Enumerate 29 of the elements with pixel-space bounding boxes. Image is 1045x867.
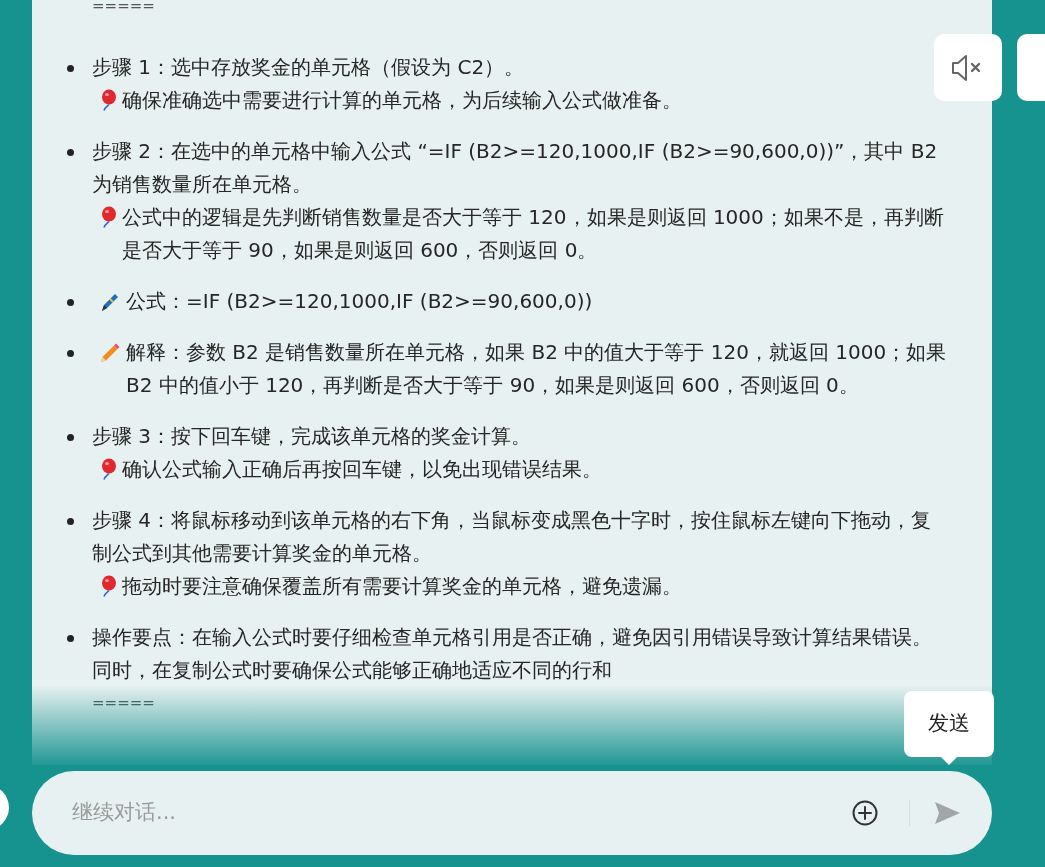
side-button[interactable] [1017,34,1045,101]
send-icon[interactable] [932,799,962,827]
list-text: 公式：=IF (B2>=120,1000,IF (B2>=90,600,0)) [126,288,593,315]
note-text: 确认公式输入正确后再按回车键，以免出现错误结果。 [122,456,602,483]
list-text: 步骤 4：将鼠标移动到该单元格的右下角，当鼠标变成黑色十字时，按住鼠标左键向下拖动，复制公式到其他需要计算奖金的单元格。 [92,507,933,567]
note-text: 拖动时要注意确保覆盖所有需要计算奖金的单元格，避免遗漏。 [122,573,682,600]
divider-marks: ===== [92,0,155,12]
add-icon[interactable] [851,799,879,827]
bullet-icon [67,149,74,156]
list-text: 步骤 3：按下回车键，完成该单元格的奖金计算。 [92,423,532,450]
divider-marks: ===== [92,697,155,709]
bullet-icon [67,299,74,306]
bullet-icon [67,635,74,642]
list-text: 步骤 2：在选中的单元格中输入公式 “=IF (B2>=120,1000,IF (B2>=90,600,0))”，其中 B2 为销售数量所在单元格。 [92,138,939,198]
bullet-icon [67,350,74,357]
send-tooltip: 发送 [904,691,994,757]
pencil-icon [98,341,122,365]
bullet-icon [67,434,74,441]
bullet-icon [67,65,74,72]
tooltip-pointer [940,756,958,765]
bullet-icon [67,518,74,525]
note-text: 确保准确选中需要进行计算的单元格，为后续输入公式做准备。 [122,87,682,114]
chat-input-bar[interactable]: 继续对话... [32,771,992,855]
list-text: 步骤 1：选中存放奖金的单元格（假设为 C2）。 [92,54,525,81]
mute-button[interactable] [934,34,1002,101]
list-text: 操作要点：在输入公式时要仔细检查单元格引用是否正确，避免因引用错误导致计算结果错误。同时，在复制公式时要确保公式能够正确地适应不同的行和 [92,624,933,684]
list-text: 解释：参数 B2 是销售数量所在单元格，如果 B2 中的值大于等于 120，就返回 1000；如果 B2 中的值小于 120，再判断是否大于等于 90，如果是则返回 600，否则返回 0。 [126,339,948,399]
chat-input-field[interactable]: 继续对话... [70,796,851,830]
note-text: 公式中的逻辑是先判断销售数量是否大于等于 120，如果是则返回 1000；如果不是，再判断是否大于等于 90，如果是则返回 600，否则返回 0。 [122,204,945,264]
